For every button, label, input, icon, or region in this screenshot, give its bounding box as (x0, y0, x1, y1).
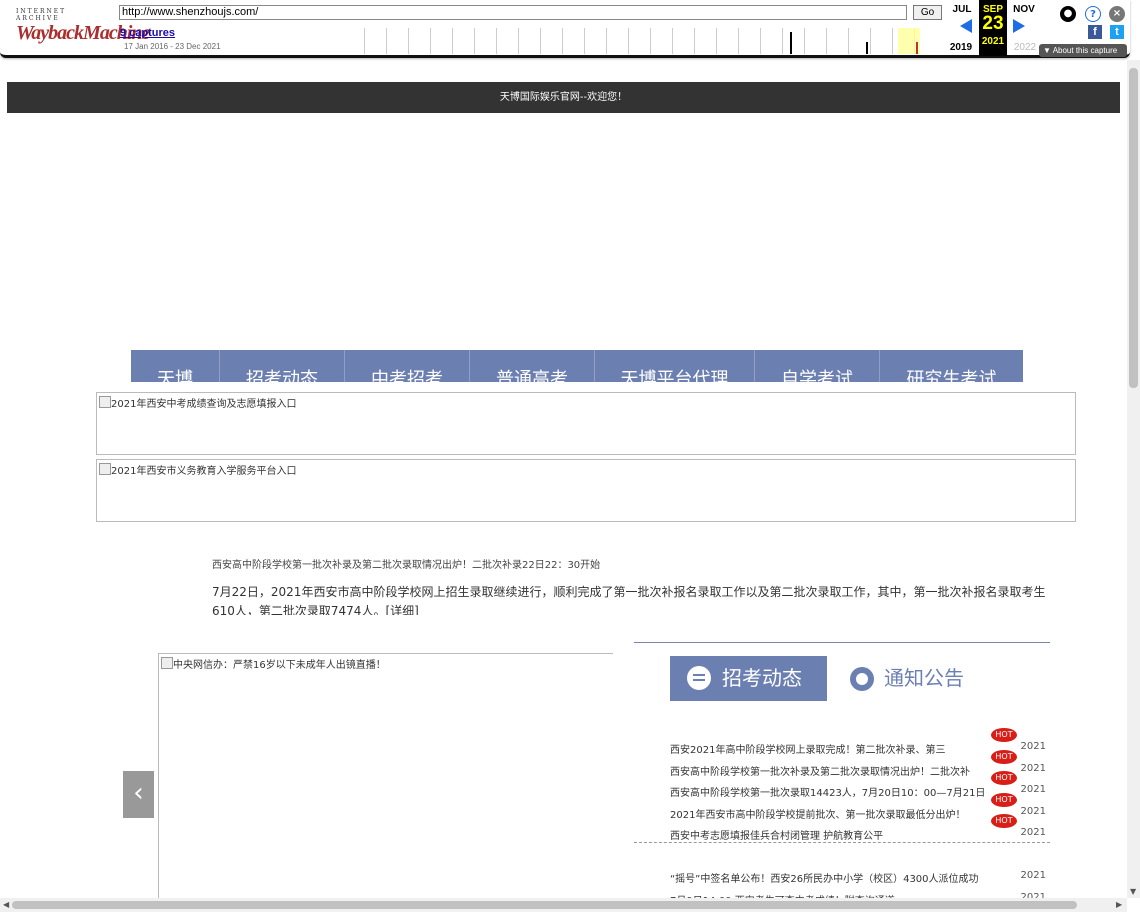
wayback-logo[interactable]: INTERNET ARCHIVE WaybackMachine (16, 8, 150, 44)
tabs-divider (634, 642, 1050, 643)
current-day: 23 (982, 13, 1004, 34)
nav-item-exam-news[interactable]: 招考动态 (220, 350, 345, 382)
tab-exam-news[interactable]: 招考动态 (670, 656, 827, 701)
list-item[interactable]: 西安2021年高中阶段学校网上录取完成！第二批次补录、第三 2021 (670, 736, 1046, 758)
hot-badge: HOT (991, 814, 1017, 828)
news-icon (687, 666, 711, 690)
url-input[interactable]: http://www.shenzhoujs.com/ (119, 5, 907, 20)
nav-item-home[interactable]: 天博 (131, 350, 220, 382)
facebook-icon[interactable]: f (1088, 25, 1102, 39)
hot-badge: HOT (991, 750, 1017, 764)
list-item[interactable]: 西安高中阶段学校第一批次录取14423人，7月20日10：00—7月21日 20… (670, 779, 1046, 801)
banner-enrollment-platform[interactable]: 2021年西安市义务教育入学服务平台入口 (96, 459, 1076, 522)
twitter-icon[interactable]: t (1110, 25, 1124, 39)
news-date: 2021 (1020, 741, 1046, 752)
news-title[interactable]: 西安高中阶段学校第一批次补录及第二批次录取情况出炉！二批次补 (670, 763, 990, 778)
current-capture-date: SEP 23 2021 (979, 0, 1007, 56)
internet-archive-text: INTERNET ARCHIVE (16, 8, 67, 22)
prev-year-label[interactable]: 2019 (946, 42, 976, 53)
news-date: 2021 (1020, 805, 1046, 817)
captures-link[interactable]: 9 captures (120, 27, 175, 39)
scroll-left-icon[interactable]: ◀ (3, 900, 9, 909)
tab-notices[interactable]: 通知公告 (850, 656, 964, 701)
next-month-label[interactable]: NOV (1010, 4, 1038, 15)
news-date: 2021 (1020, 870, 1046, 881)
headline-summary: 7月22日，2021年西安市高中阶段学校网上招生录取继续进行，顺利完成了第一批次… (212, 585, 1046, 615)
horizontal-scroll-thumb[interactable] (12, 901, 1077, 909)
user-icon[interactable]: ● (1060, 6, 1076, 22)
notice-icon (850, 667, 874, 691)
capture-sparkline[interactable] (342, 28, 942, 54)
banner-alt-text: 2021年西安市义务教育入学服务平台入口 (99, 462, 296, 477)
scroll-right-icon[interactable]: ▶ (1116, 900, 1122, 909)
list-item[interactable]: “摇号”中签名单公布！西安26所民办中小学（校区）4300人派位成功 2021 (670, 865, 1046, 887)
slider-prev-button[interactable]: ‹ (123, 771, 154, 818)
news-title[interactable]: 西安中考志愿填报佳兵合村闭管理 护航教育公平 (670, 827, 990, 842)
help-icon[interactable]: ? (1085, 6, 1101, 22)
news-date: 2021 (1020, 762, 1046, 774)
news-title[interactable]: “摇号”中签名单公布！西安26所民办中小学（校区）4300人派位成功 (670, 870, 990, 885)
hot-badge: HOT (991, 771, 1017, 785)
news-title[interactable]: 2021年西安市高中阶段学校提前批次、第一批次录取最低分出炉！ (670, 806, 990, 821)
photo-slider[interactable]: 中央网信办：严禁16岁以下未成年人出镜直播！ (158, 653, 613, 912)
photo-alt-text: 中央网信办：严禁16岁以下未成年人出镜直播！ (161, 656, 386, 671)
vertical-scroll-thumb[interactable] (1129, 68, 1138, 388)
tab-label: 招考动态 (722, 666, 802, 690)
tab-label: 通知公告 (884, 666, 964, 690)
list-item[interactable]: 2021年西安市高中阶段学校提前批次、第一批次录取最低分出炉！ 2021 (670, 801, 1046, 823)
browser-page: INTERNET ARCHIVE WaybackMachine http://w… (0, 0, 1140, 912)
hot-badge: HOT (991, 728, 1017, 742)
about-capture-button[interactable]: ▼ About this capture (1039, 44, 1127, 57)
news-title[interactable]: 西安高中阶段学校第一批次录取14423人，7月20日10：00—7月21日 (670, 784, 990, 799)
welcome-bar: 天博国际娱乐官网--欢迎您！ (7, 82, 1120, 113)
news-title[interactable]: 西安2021年高中阶段学校网上录取完成！第二批次补录、第三 (670, 741, 990, 756)
nav-item-self-study[interactable]: 自学考试 (755, 350, 880, 382)
nav-item-postgrad[interactable]: 研究生考试 (880, 350, 1023, 382)
list-item[interactable]: 西安高中阶段学校第一批次补录及第二批次录取情况出炉！二批次补 2021 (670, 758, 1046, 780)
wayback-machine-text: WaybackMachine (16, 22, 150, 44)
prev-month-label[interactable]: JUL (948, 4, 976, 15)
main-nav: 天博 招考动态 中考招考 普通高考 天博平台代理 自学考试 研究生考试 (131, 350, 1023, 382)
current-year: 2021 (981, 36, 1005, 47)
prev-capture-arrow-icon[interactable] (960, 19, 972, 33)
news-date: 2021 (1020, 827, 1046, 838)
banner-alt-text: 2021年西安中考成绩查询及志愿填报入口 (99, 395, 296, 410)
list-item[interactable]: 西安中考志愿填报佳兵合村闭管理 护航教育公平 2021 (670, 822, 1046, 844)
next-year-label: 2022 (1013, 42, 1037, 53)
scroll-down-icon[interactable]: ▼ (1130, 887, 1136, 896)
wayback-toolbar: INTERNET ARCHIVE WaybackMachine http://w… (0, 0, 1130, 58)
banner-zhongkao-score[interactable]: 2021年西安中考成绩查询及志愿填报入口 (96, 392, 1076, 455)
news-date: 2021 (1020, 784, 1046, 795)
next-capture-arrow-icon[interactable] (1013, 19, 1025, 33)
vertical-scrollbar[interactable]: ▼ (1127, 60, 1140, 898)
nav-item-zhongkao[interactable]: 中考招考 (345, 350, 470, 382)
horizontal-scrollbar[interactable]: ◀ ▶ (0, 898, 1127, 912)
list-divider (634, 842, 1050, 843)
news-list: 西安2021年高中阶段学校网上录取完成！第二批次补录、第三 2021 西安高中阶… (670, 736, 1046, 844)
hot-badge: HOT (991, 793, 1017, 807)
headline-link[interactable]: 西安高中阶段学校第一批次补录及第二批次录取情况出炉！二批次补录22日22：30开… (212, 556, 600, 571)
nav-item-gaokao[interactable]: 普通高考 (470, 350, 595, 382)
go-button[interactable]: Go (913, 5, 942, 20)
close-icon[interactable]: × (1109, 6, 1125, 22)
nav-item-agent[interactable]: 天博平台代理 (595, 350, 755, 382)
capture-range: 17 Jan 2016 - 23 Dec 2021 (124, 42, 221, 51)
